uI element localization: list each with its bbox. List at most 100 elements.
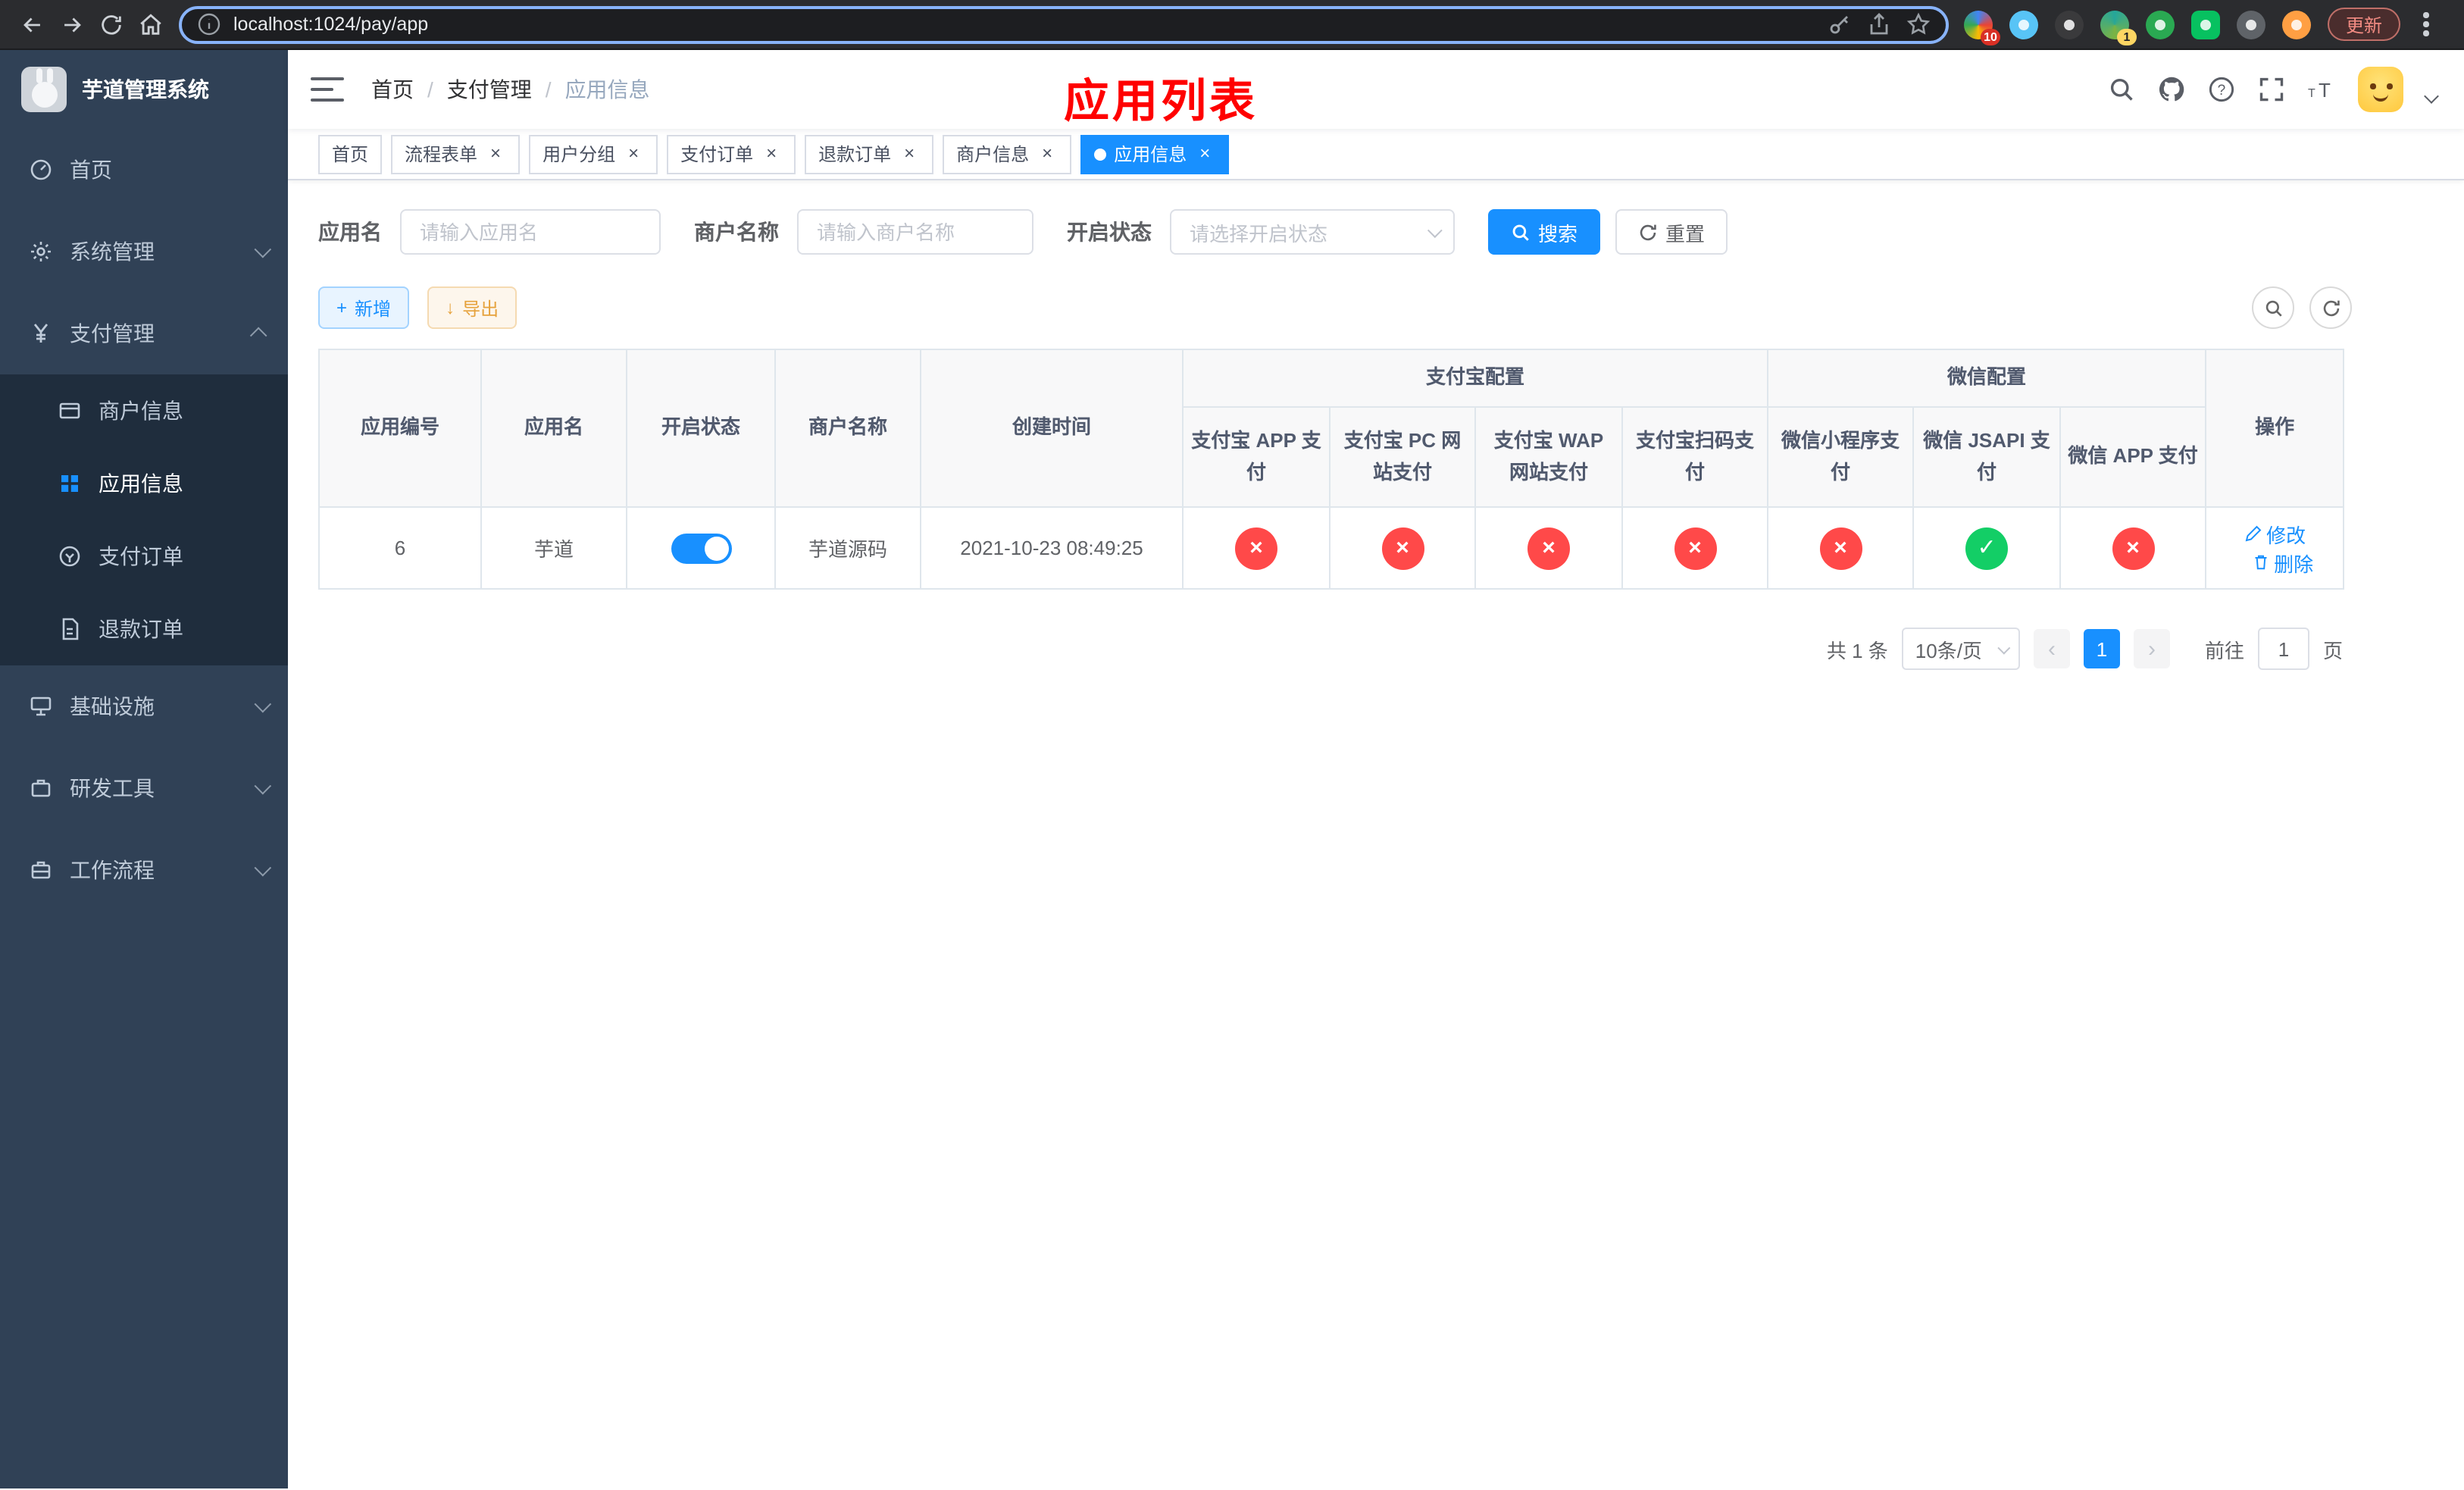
pagination: 共 1 条 10条/页 ‹ 1 › 前往 页 — [318, 628, 2343, 670]
extension-icon-4[interactable]: 1 — [2100, 10, 2137, 45]
extension-badge: 10 — [1981, 28, 2000, 45]
breadcrumb-home[interactable]: 首页 — [371, 74, 414, 105]
extension-icon-2[interactable] — [2009, 10, 2038, 39]
table-row: 6 芋道 芋道源码 2021-10-23 08:49:25 × × × × × … — [318, 506, 2345, 590]
extension-icon-6[interactable] — [2191, 10, 2220, 39]
avatar[interactable] — [2358, 67, 2403, 112]
cell-app-name: 芋道 — [480, 506, 627, 590]
info-icon[interactable] — [197, 12, 221, 36]
home-icon[interactable] — [130, 5, 170, 44]
chevron-down-icon — [1427, 223, 1443, 239]
browser-extensions-area: 10 1 更新 — [1964, 8, 2434, 45]
tab-app-info[interactable]: 应用信息 — [1080, 134, 1230, 174]
tab-merchant-info[interactable]: 商户信息 — [943, 134, 1072, 174]
github-icon[interactable] — [2158, 76, 2185, 103]
search-button[interactable]: 搜索 — [1488, 209, 1601, 255]
font-size-icon[interactable]: TT — [2308, 76, 2335, 103]
svg-text:T: T — [2319, 79, 2331, 102]
app-title: 芋道管理系统 — [82, 77, 209, 102]
key-icon[interactable] — [1828, 12, 1852, 36]
tab-close-icon[interactable] — [761, 143, 782, 164]
sidebar-toggle-icon[interactable] — [311, 77, 344, 102]
refresh-button[interactable] — [2309, 286, 2352, 329]
sidebar-item-home[interactable]: 首页 — [0, 129, 288, 211]
breadcrumb-payment[interactable]: 支付管理 — [447, 74, 532, 105]
merchant-name-input[interactable] — [797, 209, 1033, 255]
group-header-wechat: 微信配置 — [1767, 349, 2207, 408]
status-select[interactable]: 请选择开启状态 — [1170, 209, 1455, 255]
tab-close-icon[interactable] — [899, 143, 920, 164]
column-header-wx-mini: 微信小程序支付 — [1767, 406, 1915, 508]
briefcase-icon — [29, 858, 53, 882]
status-toggle[interactable] — [671, 533, 731, 563]
page-size-select[interactable]: 10条/页 — [1901, 628, 2020, 670]
extension-icon-5[interactable] — [2146, 10, 2175, 39]
sidebar-item-refund-orders[interactable]: 退款订单 — [0, 593, 288, 665]
prev-page-button[interactable]: ‹ — [2033, 629, 2070, 668]
alipay-wap-status-off-icon: × — [1527, 527, 1570, 569]
search-icon[interactable] — [2108, 76, 2135, 103]
dashboard-icon — [29, 158, 53, 182]
tab-close-icon[interactable] — [1194, 143, 1215, 164]
sidebar: 芋道管理系统 首页 系统管理 支付管理 商户信息 应用信息 支付订单 退款订单 … — [0, 50, 288, 1488]
cell-created: 2021-10-23 08:49:25 — [920, 506, 1184, 590]
help-icon[interactable]: ? — [2208, 76, 2235, 103]
extension-icon-8[interactable] — [2282, 10, 2311, 39]
cell-merchant: 芋道源码 — [774, 506, 921, 590]
sidebar-item-dev-tools[interactable]: 研发工具 — [0, 747, 288, 829]
back-icon[interactable] — [12, 5, 52, 44]
column-header-alipay-app: 支付宝 APP 支付 — [1182, 406, 1330, 508]
tab-home[interactable]: 首页 — [318, 134, 383, 174]
alipay-scan-status-off-icon: × — [1674, 527, 1716, 569]
reload-icon[interactable] — [91, 5, 130, 44]
share-icon[interactable] — [1867, 12, 1891, 36]
sidebar-item-system[interactable]: 系统管理 — [0, 211, 288, 293]
column-header-created: 创建时间 — [920, 349, 1184, 508]
tab-refund-orders[interactable]: 退款订单 — [805, 134, 934, 174]
group-header-alipay: 支付宝配置 — [1181, 349, 1769, 408]
merchant-name-label: 商户名称 — [694, 220, 779, 244]
next-page-button[interactable]: › — [2133, 629, 2170, 668]
extension-icon-1[interactable]: 10 — [1964, 10, 2000, 45]
bookmark-star-icon[interactable] — [1906, 12, 1931, 36]
reset-button[interactable]: 重置 — [1615, 209, 1728, 255]
avatar-caret-icon[interactable] — [2424, 88, 2439, 103]
extension-icon-7[interactable] — [2237, 10, 2265, 39]
delete-button[interactable]: 删除 — [2251, 548, 2313, 577]
tab-process-form[interactable]: 流程表单 — [391, 134, 521, 174]
fullscreen-icon[interactable] — [2258, 76, 2285, 103]
column-header-merchant: 商户名称 — [774, 349, 921, 508]
yen-icon — [29, 321, 53, 346]
sidebar-item-merchant-info[interactable]: 商户信息 — [0, 374, 288, 447]
active-tab-dot — [1094, 148, 1107, 160]
sidebar-item-payment[interactable]: 支付管理 — [0, 293, 288, 374]
sidebar-item-app-info[interactable]: 应用信息 — [0, 447, 288, 520]
app-logo-image — [21, 67, 67, 112]
tab-close-icon[interactable] — [623, 143, 644, 164]
add-button[interactable]: + 新增 — [318, 286, 410, 329]
sidebar-item-infrastructure[interactable]: 基础设施 — [0, 665, 288, 747]
page-number-button[interactable]: 1 — [2083, 629, 2120, 668]
address-bar[interactable]: localhost:1024/pay/app — [179, 5, 1949, 43]
browser-update-button[interactable]: 更新 — [2328, 8, 2401, 41]
goto-suffix: 页 — [2322, 639, 2343, 662]
tab-close-icon[interactable] — [1037, 143, 1058, 164]
tab-pay-orders[interactable]: 支付订单 — [667, 134, 796, 174]
sidebar-item-workflow[interactable]: 工作流程 — [0, 829, 288, 911]
tab-user-group[interactable]: 用户分组 — [529, 134, 658, 174]
toggle-search-button[interactable] — [2252, 286, 2294, 329]
sidebar-item-pay-orders[interactable]: 支付订单 — [0, 520, 288, 593]
tab-close-icon[interactable] — [485, 143, 506, 164]
browser-menu-icon[interactable] — [2417, 12, 2434, 36]
column-header-alipay-scan: 支付宝扫码支付 — [1621, 406, 1769, 508]
alipay-app-status-off-icon: × — [1235, 527, 1277, 569]
extension-icon-3[interactable] — [2055, 10, 2084, 39]
export-button[interactable]: ↓ 导出 — [427, 286, 518, 329]
edit-button[interactable]: 修改 — [2244, 519, 2306, 548]
url-text[interactable]: localhost:1024/pay/app — [233, 14, 1812, 35]
app-name-input[interactable] — [400, 209, 661, 255]
app-table: 应用编号 应用名 开启状态 商户名称 创建时间 支付宝配置 微信配置 操作 支付… — [318, 349, 2345, 590]
goto-page-input[interactable] — [2257, 628, 2309, 670]
forward-icon[interactable] — [52, 5, 91, 44]
table-toolbar: + 新增 ↓ 导出 — [318, 286, 2352, 329]
